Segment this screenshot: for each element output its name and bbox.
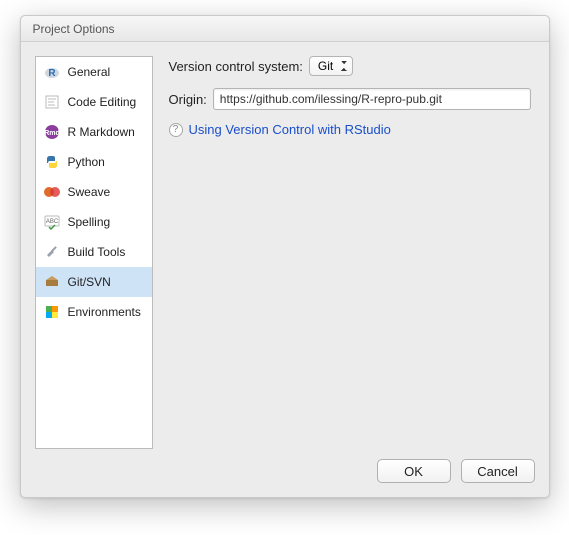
- help-link[interactable]: Using Version Control with RStudio: [189, 122, 391, 137]
- svg-text:Rmd: Rmd: [44, 130, 60, 137]
- rmarkdown-icon: Rmd: [44, 124, 60, 140]
- build-tools-icon: [44, 244, 60, 260]
- origin-input[interactable]: [213, 88, 531, 110]
- sidebar-item-code-editing[interactable]: Code Editing: [36, 87, 152, 117]
- vcs-label: Version control system:: [169, 59, 303, 74]
- sidebar-item-environments[interactable]: Environments: [36, 297, 152, 327]
- footer: OK Cancel: [35, 449, 535, 483]
- question-mark-icon: ?: [169, 123, 183, 137]
- sidebar-item-label: Code Editing: [68, 95, 137, 109]
- origin-label: Origin:: [169, 92, 207, 107]
- content-area: R General Code Editing Rmd R Markdown: [21, 42, 549, 497]
- sidebar-item-sweave[interactable]: Sweave: [36, 177, 152, 207]
- r-logo-icon: R: [44, 64, 60, 80]
- sidebar-item-label: Python: [68, 155, 105, 169]
- vcs-select[interactable]: Git: [309, 56, 353, 76]
- origin-row: Origin:: [169, 88, 531, 110]
- help-row: ? Using Version Control with RStudio: [169, 122, 531, 137]
- sidebar-item-spelling[interactable]: ABC Spelling: [36, 207, 152, 237]
- sidebar-item-label: Sweave: [68, 185, 111, 199]
- sidebar-item-general[interactable]: R General: [36, 57, 152, 87]
- project-options-dialog: Project Options R General Code Editing: [20, 15, 550, 498]
- sidebar-item-label: Environments: [68, 305, 141, 319]
- sidebar-item-label: R Markdown: [68, 125, 135, 139]
- svg-text:R: R: [48, 68, 56, 79]
- cancel-button[interactable]: Cancel: [461, 459, 535, 483]
- vcs-select-wrap: Git: [309, 56, 353, 76]
- spelling-icon: ABC: [44, 214, 60, 230]
- sidebar-item-git-svn[interactable]: Git/SVN: [36, 267, 152, 297]
- git-svn-icon: [44, 274, 60, 290]
- sweave-icon: [44, 184, 60, 200]
- code-editing-icon: [44, 94, 60, 110]
- ok-button[interactable]: OK: [377, 459, 451, 483]
- sidebar-item-label: Git/SVN: [68, 275, 111, 289]
- svg-text:ABC: ABC: [45, 219, 58, 225]
- sidebar-item-build-tools[interactable]: Build Tools: [36, 237, 152, 267]
- environments-icon: [44, 304, 60, 320]
- sidebar-item-label: Spelling: [68, 215, 111, 229]
- main-panel: Version control system: Git Origin: ? Us…: [165, 56, 535, 449]
- window-title: Project Options: [33, 22, 115, 36]
- sidebar-item-label: Build Tools: [68, 245, 126, 259]
- sidebar: R General Code Editing Rmd R Markdown: [35, 56, 153, 449]
- vcs-row: Version control system: Git: [169, 56, 531, 76]
- python-icon: [44, 154, 60, 170]
- body: R General Code Editing Rmd R Markdown: [35, 56, 535, 449]
- sidebar-item-label: General: [68, 65, 111, 79]
- sidebar-item-rmarkdown[interactable]: Rmd R Markdown: [36, 117, 152, 147]
- titlebar: Project Options: [21, 16, 549, 42]
- sidebar-item-python[interactable]: Python: [36, 147, 152, 177]
